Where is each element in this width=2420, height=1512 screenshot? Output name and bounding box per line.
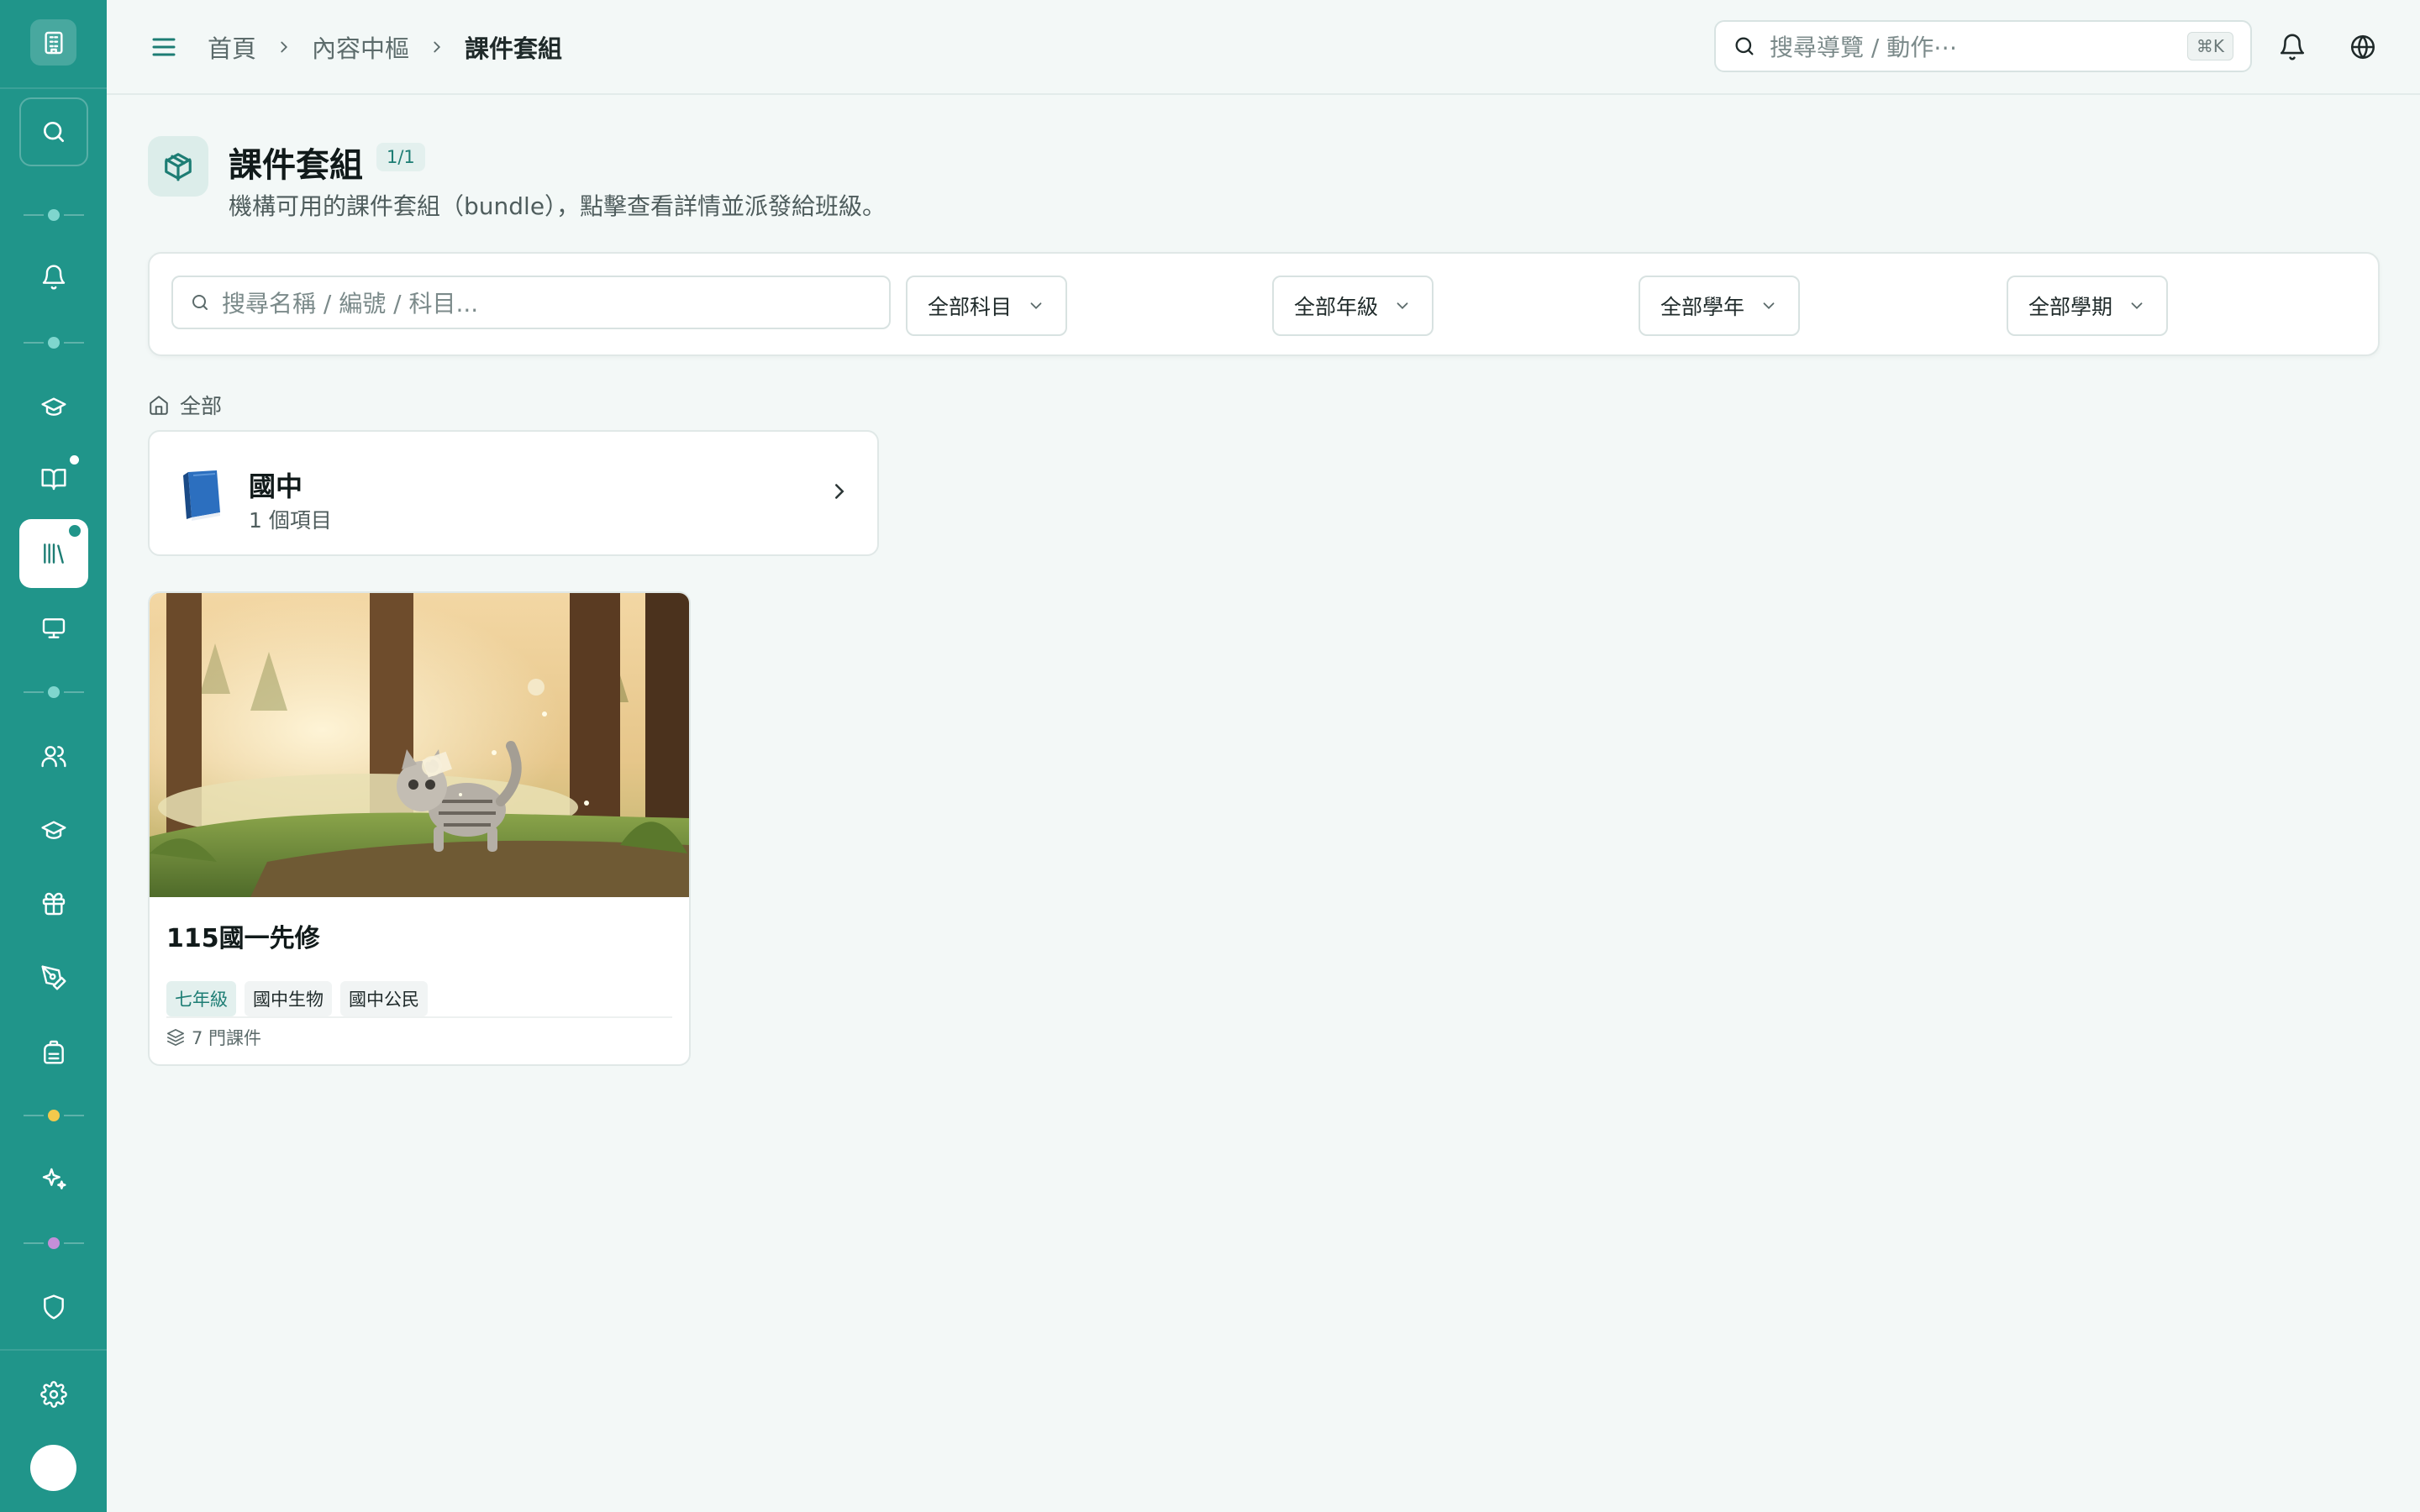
bundle-title: 115國一先修 [166, 924, 320, 953]
notification-dot [70, 455, 79, 465]
semester-select-value: 全部學期 [2028, 295, 2113, 319]
sidebar-item-users[interactable] [19, 729, 88, 783]
count-badge: 1/1 [376, 143, 425, 171]
gear-icon [40, 1381, 67, 1408]
filter-bar: 搜尋名稱 / 編號 / 科目... 全部科目 全部年級 全部學年 全部學期 [148, 252, 2380, 356]
sidebar-item-classroom[interactable] [19, 601, 88, 655]
blue-book-icon [183, 470, 220, 521]
notification-dot [66, 522, 83, 539]
pen-tool-icon [41, 965, 66, 990]
chevron-right-icon [275, 38, 293, 56]
building-icon [44, 31, 63, 54]
scope-breadcrumb[interactable]: 全部 [148, 390, 222, 420]
top-bar: 首頁 內容中樞 課件套組 搜尋導覽 / 動作⋯ ⌘K [107, 0, 2420, 95]
search-icon [44, 122, 64, 142]
library-icon [44, 543, 64, 564]
school-year-select[interactable]: 全部學年 [1639, 276, 1801, 336]
bundle-card[interactable]: 115國一先修 七年級 國中生物 國中公民 7 門課件 [148, 591, 691, 1066]
scope-label: 全部 [180, 394, 223, 418]
sidebar-item-courses[interactable] [19, 380, 88, 433]
users-icon [41, 746, 66, 768]
package-icon [165, 153, 192, 181]
sidebar-group-divider [24, 686, 84, 698]
sidebar-item-security[interactable] [19, 1280, 88, 1334]
course-count-label: 7 門課件 [192, 1028, 262, 1048]
search-icon [1733, 34, 1756, 58]
grade-select[interactable]: 全部年級 [1272, 276, 1434, 336]
sidebar-item-notifications[interactable] [19, 250, 88, 304]
global-search-input[interactable]: 搜尋導覽 / 動作⋯ ⌘K [1714, 20, 2252, 72]
home-icon [148, 394, 170, 416]
monitor-icon [42, 618, 66, 638]
sidebar-group-divider [24, 209, 84, 221]
search-icon [190, 292, 210, 312]
sidebar-separator [0, 87, 107, 89]
book-open-icon [41, 469, 66, 491]
folder-card[interactable]: 國中 1 個項目 [148, 430, 879, 556]
tag-subject: 國中生物 [245, 981, 332, 1016]
breadcrumb-current: 課件套組 [465, 34, 563, 63]
grade-select-value: 全部年級 [1294, 295, 1379, 319]
bundle-cover-image [150, 593, 689, 897]
bell-icon [42, 265, 66, 290]
chevron-down-icon [1393, 297, 1412, 315]
sidebar-item-library[interactable] [19, 519, 88, 588]
tag-grade: 七年級 [166, 981, 236, 1016]
sidebar-group-divider [24, 1110, 84, 1121]
menu-icon [152, 38, 176, 56]
sidebar-item-rewards[interactable] [19, 877, 88, 931]
sidebar-item-textbooks[interactable] [19, 452, 88, 506]
notifications-button[interactable] [2275, 30, 2309, 64]
page-description: 機構可用的課件套組（bundle），點擊查看詳情並派發給班級。 [229, 192, 886, 220]
breadcrumb-content-hub[interactable]: 內容中樞 [312, 29, 409, 65]
bundle-tags: 七年級 國中生物 國中公民 [166, 981, 428, 1016]
sparkles-icon [42, 1168, 66, 1189]
school-year-select-value: 全部學年 [1660, 295, 1745, 319]
page-title: 課件套組 [229, 146, 363, 185]
card-divider [166, 1016, 672, 1018]
chevron-right-icon [428, 38, 446, 56]
chevron-down-icon [1760, 297, 1778, 315]
course-count: 7 門課件 [166, 1025, 261, 1050]
chevron-down-icon [2128, 297, 2146, 315]
sidebar [0, 0, 107, 1512]
sidebar-item-school-bag[interactable] [19, 1025, 88, 1079]
sidebar-group-divider [24, 337, 84, 349]
folder-item-count: 1 個項目 [249, 508, 332, 533]
shortcut-badge: ⌘K [2186, 32, 2233, 60]
page-icon [148, 136, 208, 197]
graduation-cap-icon [41, 397, 66, 416]
sidebar-separator [0, 1349, 107, 1351]
globe-icon [2350, 34, 2375, 60]
sidebar-item-ai[interactable] [19, 1152, 88, 1206]
breadcrumb-home[interactable]: 首頁 [208, 29, 256, 65]
avatar[interactable] [30, 1445, 76, 1491]
sidebar-item-students[interactable] [19, 803, 88, 857]
app-logo[interactable] [30, 19, 76, 66]
bundle-search-placeholder: 搜尋名稱 / 編號 / 科目... [222, 290, 479, 318]
backpack-icon [44, 1040, 64, 1064]
subject-select-value: 全部科目 [928, 295, 1013, 319]
tag-subject: 國中公民 [340, 981, 428, 1016]
sidebar-search-button[interactable] [19, 97, 88, 166]
subject-select[interactable]: 全部科目 [906, 276, 1068, 336]
breadcrumb: 首頁 內容中樞 課件套組 [208, 25, 562, 69]
chevron-down-icon [1027, 297, 1045, 315]
graduation-cap-icon [41, 821, 66, 839]
sidebar-group-divider [24, 1237, 84, 1249]
menu-toggle-button[interactable] [149, 32, 179, 62]
semester-select[interactable]: 全部學期 [2007, 276, 2169, 336]
gift-icon [42, 892, 66, 916]
folder-name: 國中 [249, 470, 303, 502]
chevron-right-icon [827, 479, 852, 504]
sidebar-item-editor[interactable] [19, 951, 88, 1005]
shield-icon [44, 1294, 64, 1320]
sidebar-item-settings[interactable] [19, 1368, 88, 1421]
global-search-placeholder: 搜尋導覽 / 動作⋯ [1770, 34, 1958, 61]
bell-icon [2280, 34, 2305, 60]
layers-icon [166, 1028, 185, 1047]
language-button[interactable] [2346, 30, 2380, 64]
bundle-search-input[interactable]: 搜尋名稱 / 編號 / 科目... [171, 276, 891, 329]
